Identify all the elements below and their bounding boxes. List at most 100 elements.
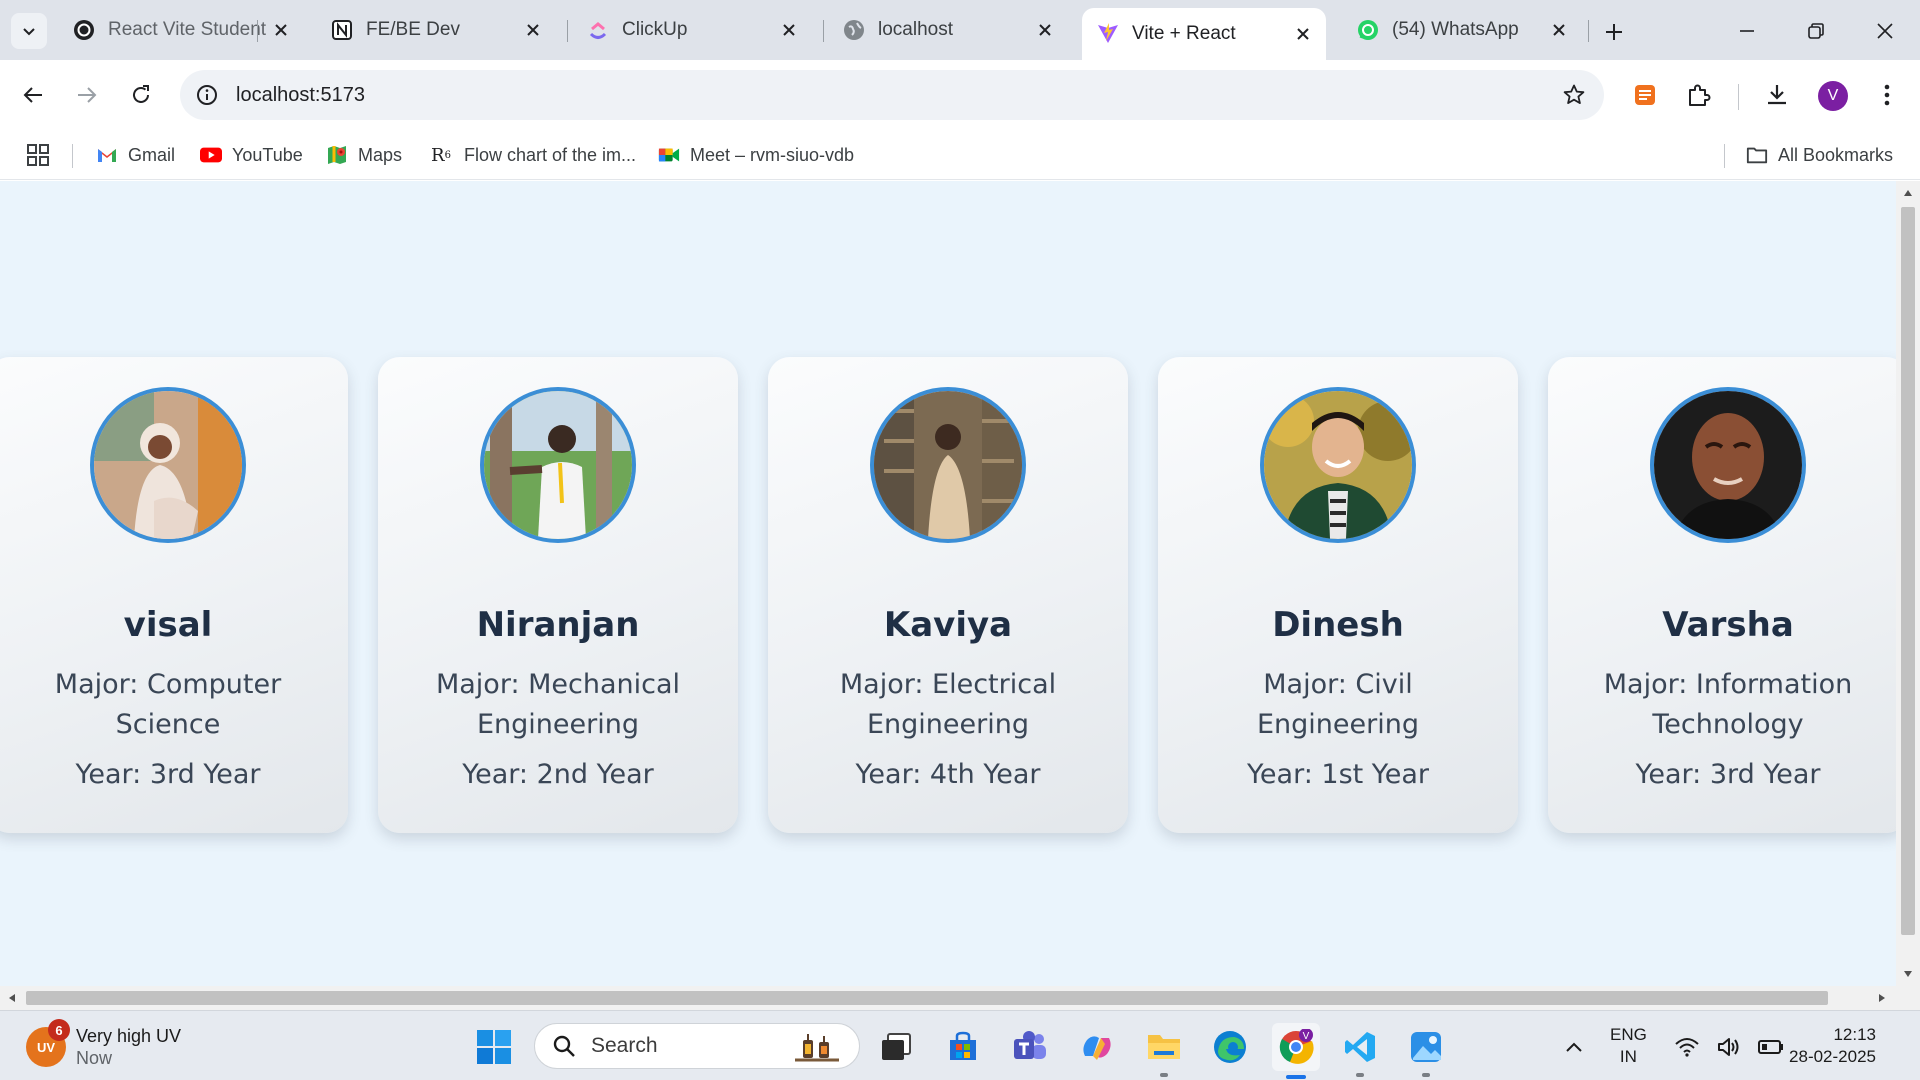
taskbar-search-box[interactable]: Search [534, 1023, 860, 1069]
restore-button[interactable] [1799, 14, 1833, 48]
site-info-icon[interactable] [188, 76, 226, 114]
uv-badge-text: UV [36, 1039, 56, 1055]
close-icon[interactable] [522, 19, 544, 41]
bookmark-label: YouTube [232, 144, 303, 165]
student-name: Varsha [1662, 605, 1794, 645]
extensions-puzzle-icon[interactable] [1680, 76, 1718, 114]
vscode-icon [1345, 1032, 1375, 1062]
running-indicator [1422, 1073, 1430, 1077]
microsoft-store-icon [950, 1031, 976, 1060]
windows-taskbar: UV 6 Very high UV Now Search V ENG IN 12… [0, 1010, 1920, 1080]
address-bar[interactable]: localhost:5173 [180, 70, 1604, 120]
scroll-down-arrow-icon[interactable] [1903, 970, 1913, 978]
wifi-icon[interactable] [1674, 1035, 1700, 1059]
close-icon[interactable] [1292, 23, 1314, 45]
tab-clickup[interactable]: ClickUp [572, 10, 812, 50]
uv-sun-icon: UV 6 [26, 1019, 70, 1067]
tab-fe-be-dev[interactable]: FE/BE Dev [316, 10, 556, 50]
tab-localhost[interactable]: localhost [828, 10, 1068, 50]
scroll-up-arrow-icon[interactable] [1903, 189, 1913, 197]
taskbar-app-edge[interactable] [1208, 1025, 1252, 1069]
bookmarks-divider [1724, 144, 1725, 168]
close-icon[interactable] [1548, 19, 1570, 41]
tab-vite-react[interactable]: Vite + React [1082, 8, 1326, 60]
student-photo [870, 387, 1026, 543]
start-button[interactable] [476, 1029, 512, 1065]
bookmark-flow-chart[interactable]: R6 Flow chart of the im... [428, 142, 636, 168]
bookmark-gmail[interactable]: Gmail [96, 142, 175, 168]
minimize-button[interactable] [1730, 14, 1764, 48]
new-tab-button[interactable] [1598, 16, 1630, 48]
back-button[interactable] [14, 76, 52, 114]
running-indicator [1160, 1073, 1168, 1077]
taskbar-app-file-explorer[interactable] [1142, 1025, 1186, 1077]
bookmark-maps[interactable]: Maps [326, 142, 402, 168]
svg-text:V: V [1303, 1031, 1310, 1042]
taskbar-app-copilot[interactable] [1075, 1025, 1119, 1069]
vertical-scroll-thumb[interactable] [1901, 207, 1915, 935]
youtube-icon [200, 144, 222, 166]
extension-notes-icon[interactable] [1626, 76, 1664, 114]
meet-icon [658, 144, 680, 166]
horizontal-scroll-thumb[interactable] [26, 991, 1828, 1005]
menu-kebab-icon[interactable] [1868, 76, 1906, 114]
running-indicator [1286, 1075, 1306, 1079]
student-card: Kaviya Major: Electrical Engineering Yea… [768, 357, 1128, 833]
clickup-icon [586, 18, 610, 42]
apps-grid-button[interactable] [26, 142, 50, 168]
chevron-up-icon [1566, 1042, 1582, 1052]
volume-icon[interactable] [1716, 1035, 1742, 1059]
tab-whatsapp[interactable]: (54) WhatsApp [1342, 10, 1582, 50]
taskbar-app-chrome[interactable]: V [1272, 1023, 1320, 1079]
taskbar-app-teams[interactable] [1008, 1025, 1052, 1069]
forward-button[interactable] [68, 76, 106, 114]
student-card: Dinesh Major: Civil Engineering Year: 1s… [1158, 357, 1518, 833]
student-year: Year: 3rd Year [1635, 759, 1821, 790]
notion-icon [330, 18, 354, 42]
tab-title: localhost [878, 19, 953, 40]
scroll-right-arrow-icon[interactable] [1878, 993, 1886, 1003]
bookmark-star-icon[interactable] [1560, 81, 1588, 109]
close-window-button[interactable] [1868, 14, 1902, 48]
running-indicator [1356, 1073, 1364, 1077]
taskbar-app-vscode[interactable] [1338, 1025, 1382, 1077]
vertical-scrollbar[interactable] [1896, 181, 1920, 986]
taskbar-clock[interactable]: 12:13 28-02-2025 [1789, 1024, 1876, 1068]
scroll-left-arrow-icon[interactable] [8, 993, 16, 1003]
bookmark-label: Maps [358, 144, 403, 165]
tab-search-button[interactable] [11, 13, 47, 49]
tab-react-vite-student[interactable]: React Vite Student [58, 10, 304, 50]
reload-button[interactable] [122, 76, 160, 114]
show-hidden-icons-button[interactable] [1562, 1035, 1586, 1059]
taskbar-app-photos[interactable] [1404, 1025, 1448, 1077]
student-card: visal Major: Computer Science Year: 3rd … [0, 357, 348, 833]
bookmarks-divider [72, 144, 73, 168]
student-card-list: visal Major: Computer Science Year: 3rd … [0, 181, 1896, 986]
weather-widget[interactable]: UV 6 Very high UV Now [26, 1019, 182, 1069]
language-indicator[interactable]: ENG IN [1610, 1024, 1647, 1068]
tab-title: ClickUp [622, 19, 688, 40]
profile-avatar[interactable]: V [1818, 81, 1848, 111]
close-icon[interactable] [1034, 19, 1056, 41]
system-tray[interactable] [1674, 1035, 1784, 1059]
student-year: Year: 2nd Year [462, 759, 654, 790]
taskbar-app-task-view[interactable] [874, 1025, 918, 1069]
tab-divider [567, 20, 568, 42]
close-icon [1877, 23, 1893, 39]
downloads-icon[interactable] [1758, 76, 1796, 114]
close-icon[interactable] [270, 19, 292, 41]
weather-title: Very high UV [76, 1026, 182, 1046]
tab-divider [1588, 20, 1589, 42]
horizontal-scrollbar[interactable] [0, 986, 1896, 1010]
taskbar-app-store[interactable] [941, 1025, 985, 1069]
tab-divider [823, 20, 824, 42]
bookmarks-bar: Gmail YouTube Maps R6 Flow chart of the … [0, 130, 1920, 180]
all-bookmarks-button[interactable]: All Bookmarks [1746, 142, 1893, 168]
language-code: ENG [1610, 1025, 1647, 1044]
battery-icon[interactable] [1758, 1035, 1784, 1059]
toolbar-divider [1738, 84, 1739, 110]
close-icon[interactable] [778, 19, 800, 41]
bookmark-meet[interactable]: Meet – rvm-siuo-vdb [658, 142, 854, 168]
bookmark-youtube[interactable]: YouTube [200, 142, 303, 168]
url-text[interactable]: localhost:5173 [236, 84, 365, 107]
